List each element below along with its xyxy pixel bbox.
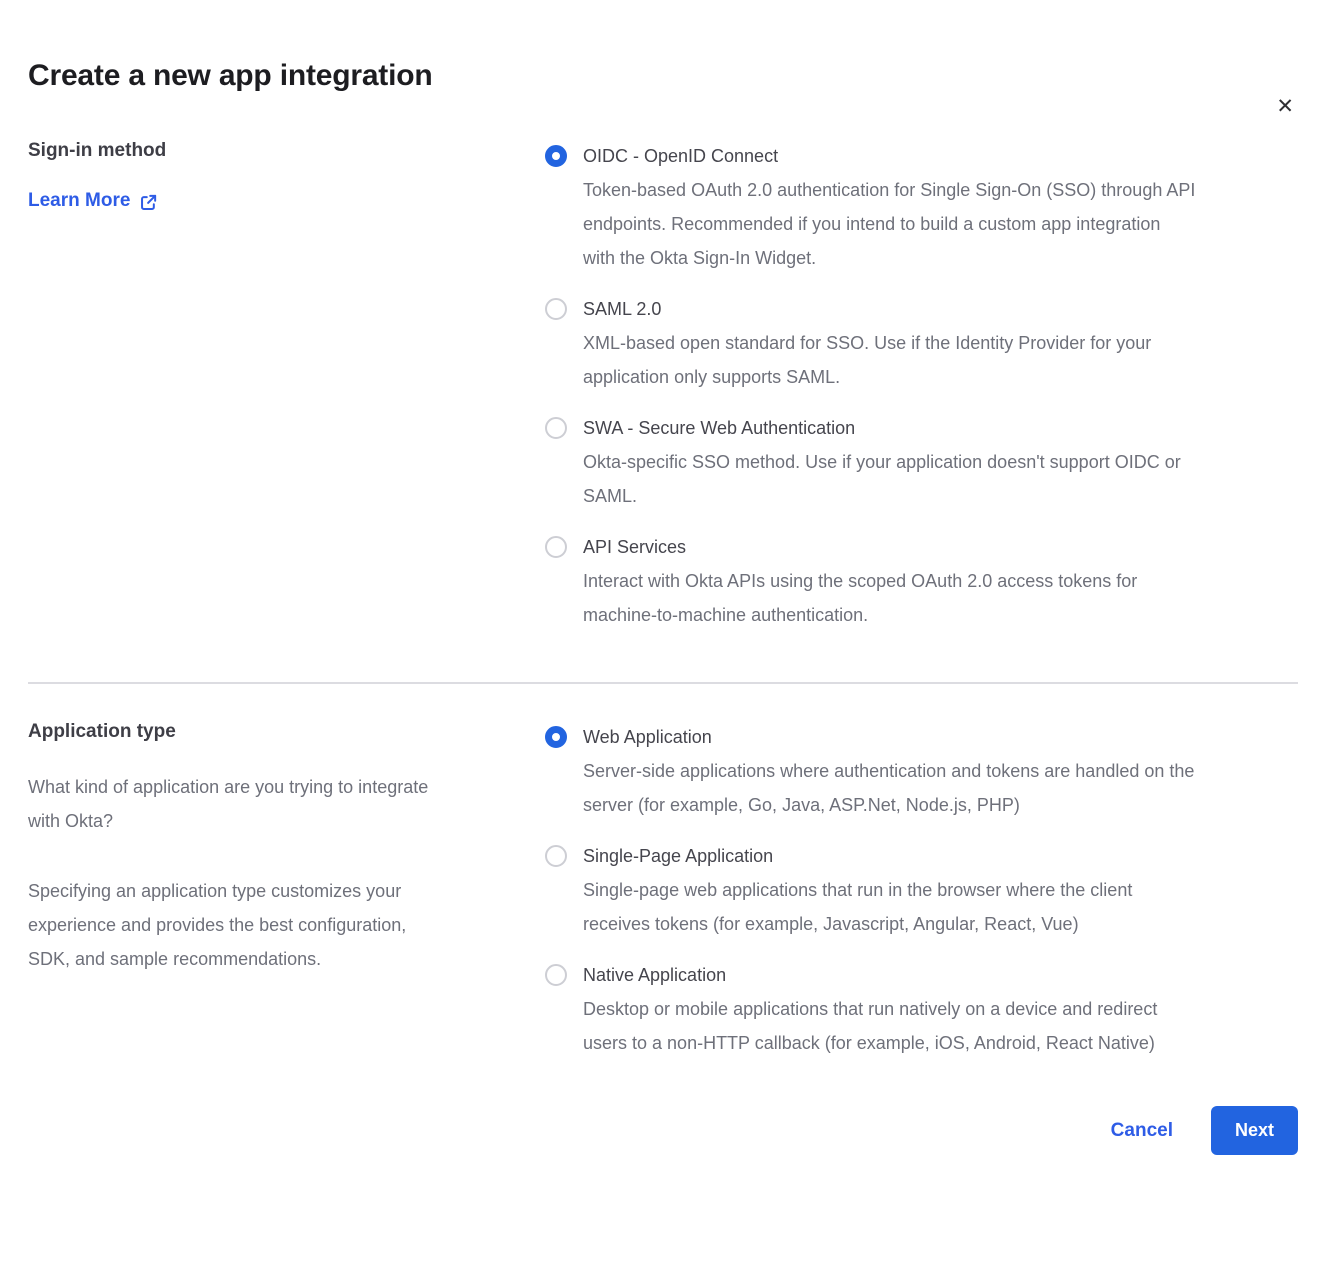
radio-option-oidc[interactable]: OIDC - OpenID Connect Token-based OAuth … [545,139,1298,275]
radio-desc-native-application: Desktop or mobile applications that run … [583,992,1298,1060]
radio-desc-web-application: Server-side applications where authentic… [583,754,1298,822]
cancel-button[interactable]: Cancel [1111,1120,1173,1142]
radio-option-native-application[interactable]: Native Application Desktop or mobile app… [545,958,1298,1060]
close-icon[interactable]: ✕ [1274,94,1296,119]
radio-label-saml[interactable]: SAML 2.0 [583,292,1298,326]
radio-desc-oidc: Token-based OAuth 2.0 authentication for… [583,173,1298,275]
radio-label-oidc[interactable]: OIDC - OpenID Connect [583,139,1298,173]
radio-desc-swa: Okta-specific SSO method. Use if your ap… [583,445,1298,513]
signin-method-heading: Sign-in method [28,139,515,163]
learn-more-link[interactable]: Learn More [28,190,158,212]
signin-method-left-column: Sign-in method Learn More [28,139,545,212]
application-type-left-column: Application type What kind of applicatio… [28,720,545,976]
radio-desc-saml: XML-based open standard for SSO. Use if … [583,326,1298,394]
radio-label-native-application[interactable]: Native Application [583,958,1298,992]
create-app-integration-modal: ✕ Create a new app integration Sign-in m… [0,58,1332,1268]
radio-label-swa[interactable]: SWA - Secure Web Authentication [583,411,1298,445]
signin-method-section: Sign-in method Learn More OIDC - OpenID … [28,139,1298,632]
page-title: Create a new app integration [28,58,1298,94]
application-type-description-1: What kind of application are you trying … [28,770,515,838]
radio-single-page-application[interactable] [545,845,567,867]
application-type-description-2: Specifying an application type customize… [28,874,515,976]
radio-native-application[interactable] [545,964,567,986]
radio-option-single-page-application[interactable]: Single-Page Application Single-page web … [545,839,1298,941]
application-type-section: Application type What kind of applicatio… [28,720,1298,1060]
section-divider [28,682,1298,684]
application-type-heading: Application type [28,720,515,744]
application-type-options: Web Application Server-side applications… [545,720,1298,1060]
external-link-icon [139,191,158,212]
radio-oidc[interactable] [545,145,567,167]
radio-desc-api-services: Interact with Okta APIs using the scoped… [583,564,1298,632]
radio-option-saml[interactable]: SAML 2.0 XML-based open standard for SSO… [545,292,1298,394]
modal-footer: Cancel Next [28,1106,1298,1155]
radio-label-web-application[interactable]: Web Application [583,720,1298,754]
signin-method-options: OIDC - OpenID Connect Token-based OAuth … [545,139,1298,632]
radio-swa[interactable] [545,417,567,439]
radio-option-web-application[interactable]: Web Application Server-side applications… [545,720,1298,822]
radio-saml[interactable] [545,298,567,320]
radio-option-api-services[interactable]: API Services Interact with Okta APIs usi… [545,530,1298,632]
radio-web-application[interactable] [545,726,567,748]
next-button[interactable]: Next [1211,1106,1298,1155]
radio-label-single-page-application[interactable]: Single-Page Application [583,839,1298,873]
radio-api-services[interactable] [545,536,567,558]
radio-desc-single-page-application: Single-page web applications that run in… [583,873,1298,941]
radio-option-swa[interactable]: SWA - Secure Web Authentication Okta-spe… [545,411,1298,513]
learn-more-label: Learn More [28,190,130,212]
radio-label-api-services[interactable]: API Services [583,530,1298,564]
